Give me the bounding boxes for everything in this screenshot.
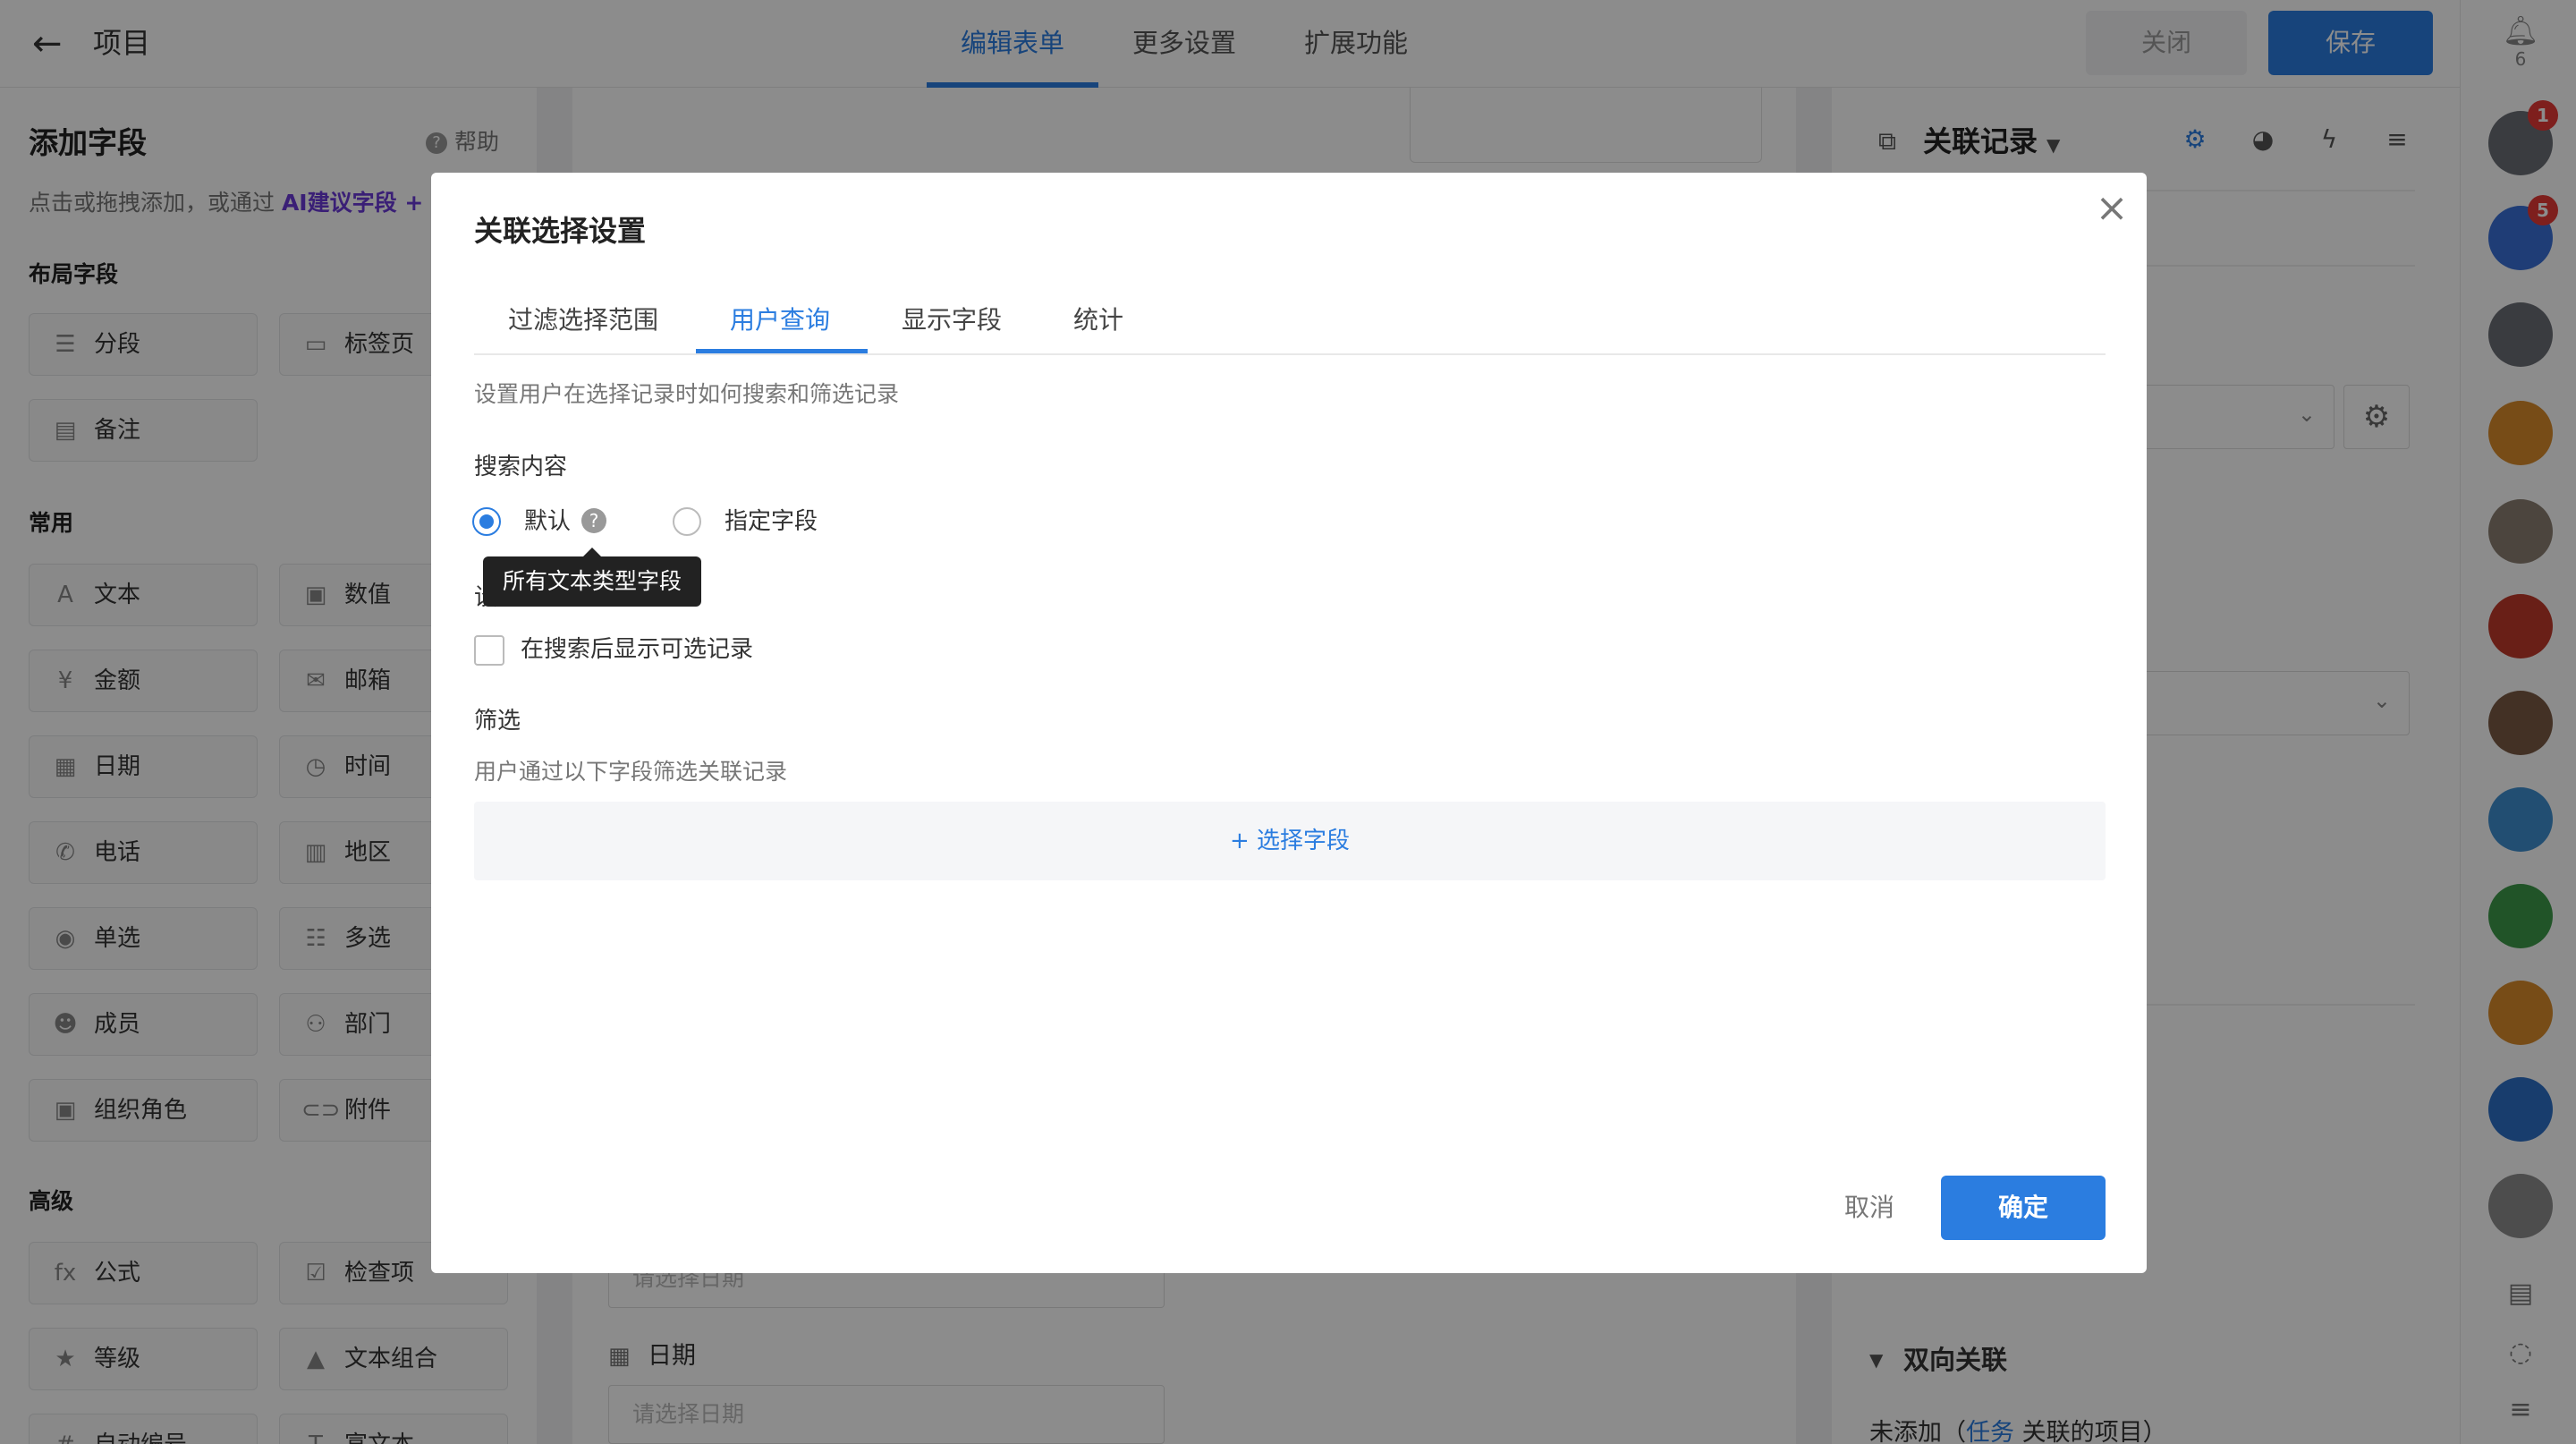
checkbox-label: 在搜索后显示可选记录 <box>521 636 754 663</box>
dialog-title: 关联选择设置 <box>474 214 647 248</box>
tab-filter-range[interactable]: 过滤选择范围 <box>508 302 658 338</box>
tab-user-query[interactable]: 用户查询 <box>730 302 830 338</box>
search-content-heading: 搜索内容 <box>474 454 568 480</box>
tab-divider <box>474 353 2106 355</box>
radio-default-label: 默认 <box>524 508 572 535</box>
relation-select-settings-dialog <box>431 173 2147 1273</box>
radio-specific-field[interactable] <box>673 507 701 536</box>
tab-statistics[interactable]: 统计 <box>1073 302 1123 338</box>
cancel-button[interactable]: 取消 <box>1816 1176 1923 1240</box>
show-records-checkbox[interactable] <box>474 635 504 666</box>
close-icon[interactable]: × <box>2091 188 2132 229</box>
tooltip: 所有文本类型字段 <box>483 556 702 607</box>
dialog-description: 设置用户在选择记录时如何搜索和筛选记录 <box>474 381 900 407</box>
confirm-button[interactable]: 确定 <box>1941 1176 2106 1240</box>
radio-specific-label: 指定字段 <box>724 508 818 535</box>
filter-description: 用户通过以下字段筛选关联记录 <box>474 759 788 785</box>
radio-default[interactable] <box>472 507 501 536</box>
tooltip-arrow <box>583 548 601 556</box>
select-field-button[interactable]: + 选择字段 <box>474 802 2106 880</box>
tab-display-fields[interactable]: 显示字段 <box>902 302 1002 338</box>
filter-heading: 筛选 <box>474 708 521 735</box>
question-icon[interactable]: ? <box>581 508 606 533</box>
active-tab-indicator <box>696 349 868 353</box>
